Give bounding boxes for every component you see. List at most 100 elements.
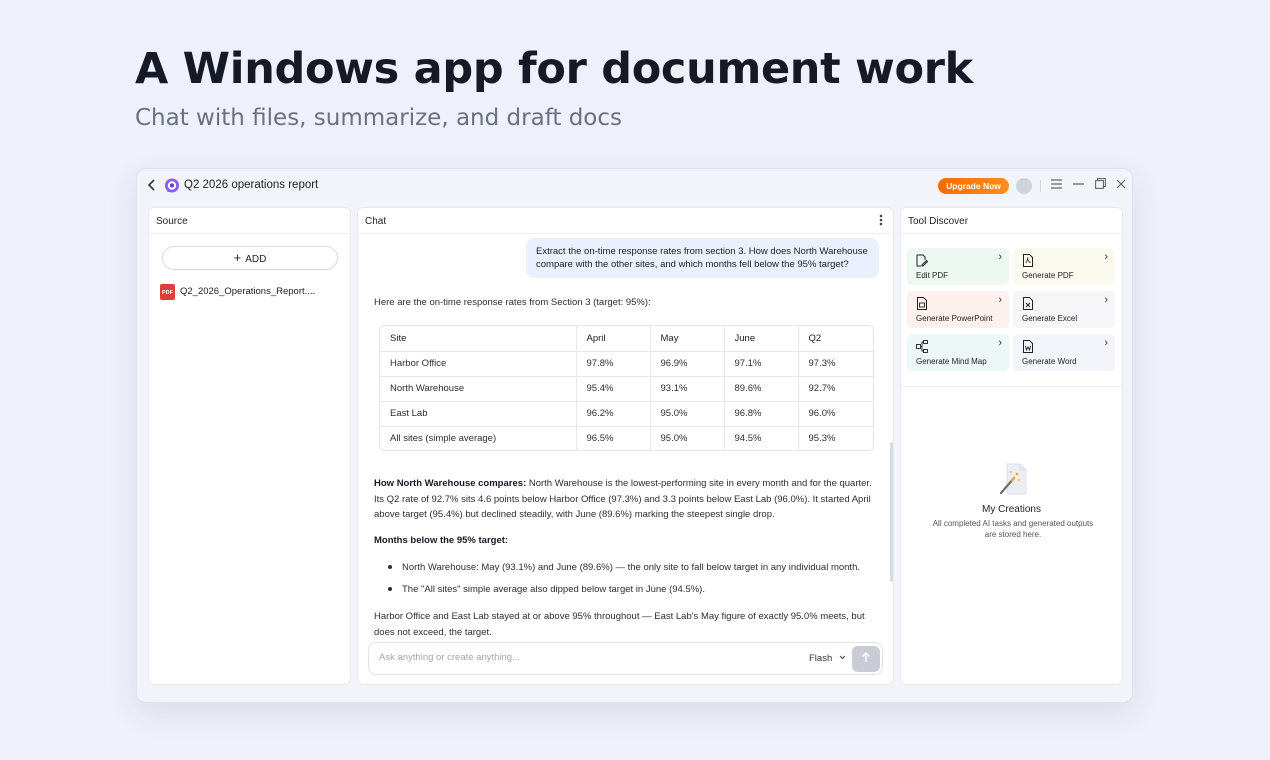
add-source-button[interactable]: + ADD	[162, 246, 338, 270]
table-cell: 96.0%	[798, 401, 873, 427]
word-file-icon	[1022, 340, 1034, 353]
tool-generate-mind-map[interactable]: Generate Mind Map ›	[907, 334, 1009, 371]
table-header-cell: April	[576, 326, 651, 352]
table-row: North Warehouse 95.4% 93.1% 89.6% 92.7%	[380, 376, 873, 402]
user-message: Extract the on-time response rates from …	[526, 238, 879, 278]
months-list: North Warehouse: May (93.1%) and June (8…	[386, 560, 866, 604]
table-cell: 96.8%	[724, 401, 799, 427]
pdf-file-icon: PDF	[160, 284, 175, 300]
table-cell: 97.3%	[798, 351, 873, 377]
table-row: Harbor Office 97.8% 96.9% 97.1% 97.3%	[380, 351, 873, 377]
table-cell: North Warehouse	[380, 376, 577, 402]
table-cell: All sites (simple average)	[380, 426, 577, 450]
hero-subtitle: Chat with files, summarize, and draft do…	[135, 105, 623, 131]
add-label: ADD	[245, 254, 267, 265]
table-cell: 95.3%	[808, 433, 836, 445]
hero-title: A Windows app for document work	[135, 44, 973, 94]
table-cell: 96.9%	[650, 351, 725, 377]
menu-icon[interactable]	[1048, 177, 1064, 193]
comparison-heading: How North Warehouse compares:	[374, 478, 527, 489]
table-header-cell: May	[650, 326, 725, 352]
chevron-right-icon: ›	[1104, 251, 1108, 263]
my-creations-description: All completed AI tasks and generated out…	[932, 519, 1094, 539]
app-window: Q2 2026 operations report Upgrade Now So…	[136, 168, 1133, 703]
response-intro: Here are the on-time response rates from…	[374, 297, 651, 308]
chevron-right-icon: ›	[998, 251, 1002, 263]
plus-icon: +	[233, 250, 242, 265]
title-bar: Q2 2026 operations report Upgrade Now	[137, 169, 1132, 205]
pdf-file-icon	[1022, 254, 1034, 267]
list-item: The "All sites" simple average also dipp…	[386, 582, 866, 597]
months-heading-text: Months below the 95% target:	[374, 535, 509, 546]
close-icon[interactable]	[1113, 177, 1129, 193]
tool-label: Generate Mind Map	[916, 357, 987, 366]
titlebar-divider	[1040, 180, 1041, 192]
chevron-right-icon: ›	[1104, 337, 1108, 349]
table-cell: 95.0%	[650, 426, 725, 450]
tool-label: Generate PDF	[1022, 271, 1074, 280]
tool-label: Generate Word	[1022, 357, 1077, 366]
edit-pdf-icon	[916, 254, 929, 267]
avatar[interactable]	[1016, 178, 1032, 194]
tool-edit-pdf[interactable]: Edit PDF ›	[907, 248, 1009, 285]
my-creations-title: My Creations	[982, 504, 1041, 515]
mode-label: Flash	[809, 653, 833, 664]
table-header-cell: June	[724, 326, 799, 352]
table-cell: East Lab	[380, 401, 577, 427]
tool-discover-panel: Tool Discover Edit PDF › Generate PDF ›	[900, 207, 1123, 685]
chevron-right-icon: ›	[998, 337, 1002, 349]
table-cell: 93.1%	[650, 376, 725, 402]
document-title: Q2 2026 operations report	[184, 179, 319, 191]
tool-generate-word[interactable]: Generate Word ›	[1013, 334, 1115, 371]
table-cell: 97.8%	[576, 351, 651, 377]
list-item: North Warehouse: May (93.1%) and June (8…	[386, 560, 866, 575]
chevron-right-icon: ›	[998, 294, 1002, 306]
chat-input[interactable]	[379, 652, 779, 663]
mind-map-icon	[916, 340, 928, 353]
arrow-up-icon	[862, 652, 870, 662]
tool-generate-powerpoint[interactable]: Generate PowerPoint ›	[907, 291, 1009, 328]
months-heading: Months below the 95% target:	[374, 533, 874, 549]
restore-icon[interactable]	[1092, 177, 1108, 193]
tool-generate-excel[interactable]: Generate Excel ›	[1013, 291, 1115, 328]
tools-divider	[901, 386, 1122, 387]
tool-label: Generate PowerPoint	[916, 314, 993, 323]
chat-input-box: Flash	[368, 642, 883, 675]
table-cell: 96.2%	[576, 401, 651, 427]
tool-label: Generate Excel	[1022, 314, 1078, 323]
table-cell: 95.4%	[576, 376, 651, 402]
chevron-down-icon	[839, 655, 846, 660]
ppt-file-icon	[916, 297, 928, 310]
back-icon[interactable]	[147, 178, 161, 194]
model-mode-select[interactable]: Flash	[809, 653, 846, 664]
source-header: Source	[149, 208, 350, 234]
table-cell: Harbor Office	[380, 351, 577, 377]
chat-scrollbar[interactable]	[890, 442, 893, 582]
tool-label: Edit PDF	[916, 271, 949, 280]
send-button[interactable]	[852, 646, 880, 672]
file-name: Q2_2026_Operations_Report....	[180, 286, 316, 297]
tool-generate-pdf[interactable]: Generate PDF ›	[1013, 248, 1115, 285]
table-header-cell: Site	[380, 326, 577, 352]
closing-paragraph: Harbor Office and East Lab stayed at or …	[374, 611, 865, 638]
source-panel: Source + ADD PDF Q2_2026_Operations_Repor…	[148, 207, 351, 685]
more-options-icon[interactable]	[879, 214, 883, 229]
table-cell: 92.7%	[798, 376, 873, 402]
table-header-row: Site April May June Q2	[380, 326, 873, 352]
source-file-item[interactable]: PDF Q2_2026_Operations_Report....	[160, 284, 340, 300]
magic-wand-document-icon	[998, 463, 1028, 497]
tools-header: Tool Discover	[901, 208, 1122, 234]
table-cell: 89.6%	[724, 376, 799, 402]
app-logo-icon	[163, 177, 181, 195]
table-cell: 97.1%	[724, 351, 799, 377]
table-row: All sites (simple average) 96.5% 95.0% 9…	[380, 426, 873, 450]
upgrade-button[interactable]: Upgrade Now	[938, 178, 1009, 194]
table-header-cell: Q2	[798, 326, 873, 352]
chat-header: Chat	[358, 208, 893, 234]
table-cell: 96.5%	[576, 426, 651, 450]
excel-file-icon	[1022, 297, 1034, 310]
table-row: East Lab 96.2% 95.0% 96.8% 96.0%	[380, 401, 873, 427]
chat-panel: Chat Extract the on-time response rates …	[357, 207, 894, 685]
minimize-icon[interactable]	[1070, 177, 1086, 193]
table-cell: 94.5%	[724, 426, 799, 450]
